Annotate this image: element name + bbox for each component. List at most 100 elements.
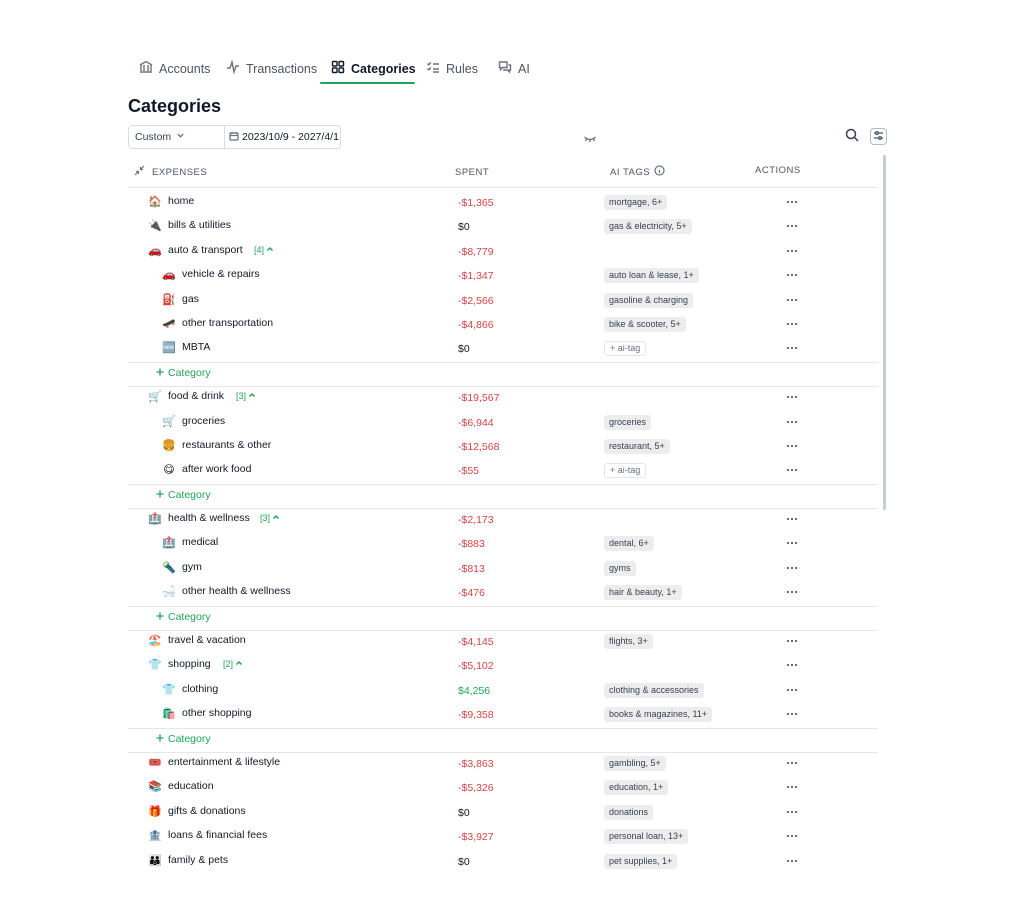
more-actions-icon[interactable] xyxy=(785,780,799,794)
tab-label: Categories xyxy=(351,61,416,76)
category-name[interactable]: other shopping xyxy=(182,707,251,719)
ai-tag-badge[interactable]: groceries xyxy=(604,414,652,430)
ai-tag-badge[interactable]: books & magazines, 11+ xyxy=(604,707,713,723)
more-actions-icon[interactable] xyxy=(785,634,799,648)
more-actions-icon[interactable] xyxy=(785,268,799,282)
category-name[interactable]: family & pets xyxy=(168,854,228,866)
scrollbar-thumb[interactable] xyxy=(883,155,886,510)
ai-tag-badge[interactable]: hair & beauty, 1+ xyxy=(604,585,682,601)
tab-categories[interactable]: Categories xyxy=(331,52,416,85)
group-toggle[interactable]: [2] xyxy=(223,659,243,669)
add-category-row: Category xyxy=(128,729,878,753)
tab-transactions[interactable]: Transactions xyxy=(226,52,317,85)
ai-tag-badge[interactable]: donations xyxy=(604,804,654,820)
category-name[interactable]: groceries xyxy=(182,415,225,427)
more-actions-icon[interactable] xyxy=(785,829,799,843)
add-category-button[interactable]: Category xyxy=(156,733,211,745)
more-actions-icon[interactable] xyxy=(785,341,799,355)
collapse-icon[interactable] xyxy=(134,165,145,179)
add-category-label: Category xyxy=(168,366,211,379)
category-name[interactable]: health & wellness xyxy=(168,512,250,524)
ai-tag-badge[interactable]: gasoline & charging xyxy=(604,292,694,308)
more-actions-icon[interactable] xyxy=(785,195,799,209)
ai-tag-badge[interactable]: personal loan, 13+ xyxy=(604,829,689,845)
category-name[interactable]: restaurants & other xyxy=(182,439,271,451)
more-actions-icon[interactable] xyxy=(785,536,799,550)
more-actions-icon[interactable] xyxy=(785,415,799,429)
category-name[interactable]: after work food xyxy=(182,463,251,475)
category-name[interactable]: travel & vacation xyxy=(168,634,246,646)
more-actions-icon[interactable] xyxy=(785,219,799,233)
add-category-button[interactable]: Category xyxy=(156,489,211,501)
scrollbar[interactable] xyxy=(881,153,887,869)
category-name[interactable]: education xyxy=(168,780,214,792)
category-name[interactable]: bills & utilities xyxy=(168,219,231,231)
search-button[interactable] xyxy=(843,128,861,146)
category-name[interactable]: clothing xyxy=(182,683,218,695)
more-actions-icon[interactable] xyxy=(785,707,799,721)
category-name[interactable]: home xyxy=(168,195,194,207)
category-name[interactable]: gym xyxy=(182,561,202,573)
add-category-button[interactable]: Category xyxy=(156,611,211,623)
tab-rules[interactable]: Rules xyxy=(426,52,478,85)
date-range-picker[interactable]: 2023/10/9 - 2027/4/1 xyxy=(225,126,340,148)
info-icon[interactable] xyxy=(654,165,665,179)
category-name[interactable]: shopping xyxy=(168,658,211,670)
eye-closed-icon[interactable] xyxy=(583,131,597,142)
category-name[interactable]: other health & wellness xyxy=(182,585,291,597)
ai-tag-badge[interactable]: dental, 6+ xyxy=(604,536,654,552)
category-emoji-icon: 🔌 xyxy=(148,220,162,233)
more-actions-icon[interactable] xyxy=(785,293,799,307)
more-actions-icon[interactable] xyxy=(785,585,799,599)
ai-tag-badge[interactable]: restaurant, 5+ xyxy=(604,438,670,454)
category-name[interactable]: medical xyxy=(182,536,218,548)
more-actions-icon[interactable] xyxy=(785,658,799,672)
more-actions-icon[interactable] xyxy=(785,854,799,868)
ai-tag-badge[interactable]: mortgage, 6+ xyxy=(604,195,668,210)
chevron-up-icon xyxy=(272,513,280,523)
category-row: 🏦 loans & financial fees -$3,927 personal l… xyxy=(128,826,878,850)
settings-button[interactable] xyxy=(870,128,887,145)
ai-tag-badge[interactable]: gambling, 5+ xyxy=(604,755,666,771)
more-actions-icon[interactable] xyxy=(785,390,799,404)
ai-tag-badge[interactable]: flights, 3+ xyxy=(604,634,653,650)
more-actions-icon[interactable] xyxy=(785,683,799,697)
pulse-icon xyxy=(226,59,240,77)
category-name[interactable]: food & drink xyxy=(168,390,224,402)
category-name[interactable]: loans & financial fees xyxy=(168,829,267,841)
tab-ai[interactable]: AI xyxy=(498,52,530,85)
category-name[interactable]: other transportation xyxy=(182,317,273,329)
category-emoji-icon: ⛽ xyxy=(162,293,176,306)
category-name[interactable]: auto & transport xyxy=(168,244,243,256)
group-toggle[interactable]: [3] xyxy=(260,513,280,523)
more-actions-icon[interactable] xyxy=(785,317,799,331)
group-toggle[interactable]: [4] xyxy=(254,245,274,255)
more-actions-icon[interactable] xyxy=(785,244,799,258)
add-category-button[interactable]: Category xyxy=(156,367,211,379)
category-name[interactable]: vehicle & repairs xyxy=(182,268,260,280)
add-ai-tag-button[interactable]: + ai-tag xyxy=(604,463,647,479)
ai-tag-badge[interactable]: clothing & accessories xyxy=(604,682,704,698)
ai-tag-badge[interactable]: gas & electricity, 5+ xyxy=(604,219,692,235)
ai-tag-badge[interactable]: auto loan & lease, 1+ xyxy=(604,268,699,284)
ai-tag-badge[interactable]: pet supplies, 1+ xyxy=(604,853,678,869)
tab-accounts[interactable]: Accounts xyxy=(139,52,210,85)
ai-tag-badge[interactable]: bike & scooter, 5+ xyxy=(604,316,686,332)
more-actions-icon[interactable] xyxy=(785,463,799,477)
more-actions-icon[interactable] xyxy=(785,439,799,453)
range-select[interactable]: Custom xyxy=(129,126,225,148)
ai-tag-badge[interactable]: gyms xyxy=(604,560,636,576)
category-name[interactable]: gifts & donations xyxy=(168,805,246,817)
more-actions-icon[interactable] xyxy=(785,756,799,770)
actions-header: ACTIONS xyxy=(755,165,801,176)
category-name[interactable]: MBTA xyxy=(182,341,210,353)
group-toggle[interactable]: [3] xyxy=(236,391,256,401)
ai-tag-badge[interactable]: education, 1+ xyxy=(604,780,669,796)
more-actions-icon[interactable] xyxy=(785,512,799,526)
tab-label: Rules xyxy=(446,61,478,76)
add-ai-tag-button[interactable]: + ai-tag xyxy=(604,341,647,357)
category-name[interactable]: entertainment & lifestyle xyxy=(168,756,280,768)
more-actions-icon[interactable] xyxy=(785,805,799,819)
more-actions-icon[interactable] xyxy=(785,561,799,575)
category-name[interactable]: gas xyxy=(182,293,199,305)
